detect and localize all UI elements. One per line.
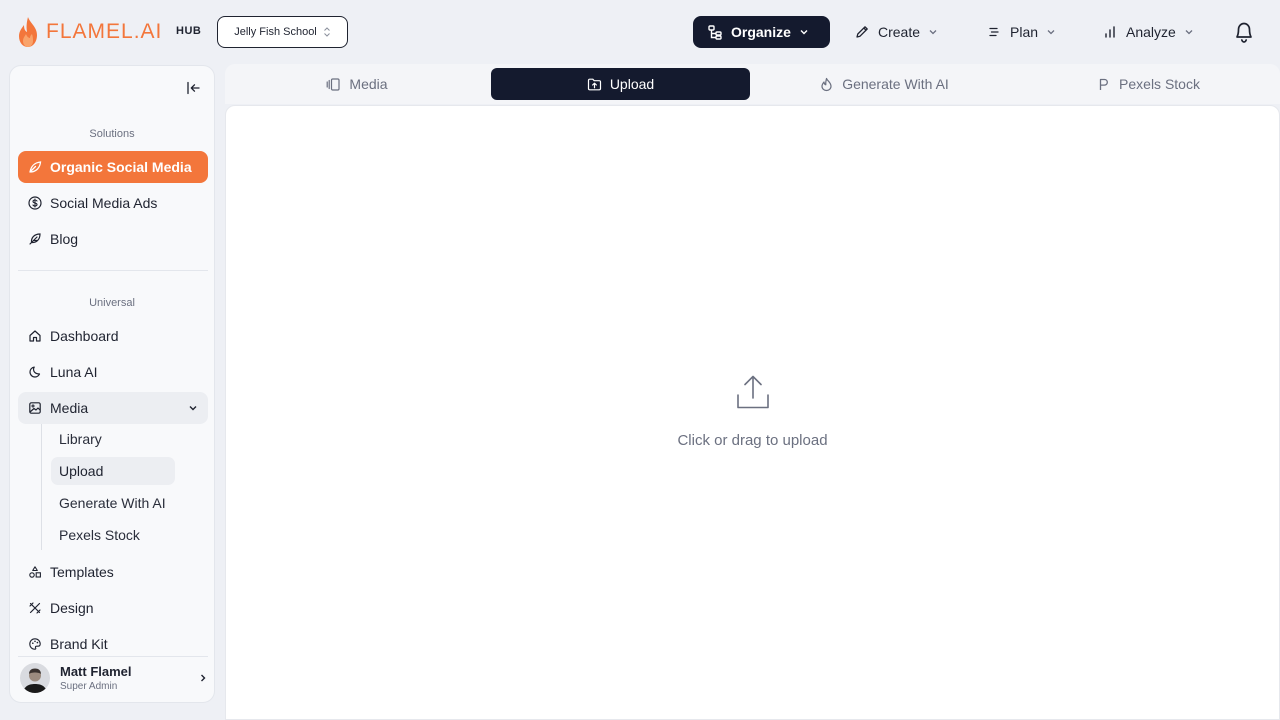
list-icon [989, 27, 999, 37]
feather-icon [29, 233, 41, 245]
sidebar-item-label: Blog [50, 231, 79, 247]
brand-logo[interactable]: FLAMEL.AI [16, 16, 162, 48]
nav-organize[interactable]: Organize [693, 16, 830, 48]
user-info: Matt Flamel Super Admin [60, 664, 132, 692]
brand-name: FLAMEL.AI [46, 20, 163, 43]
submenu-item-pexels-stock[interactable]: Pexels Stock [51, 521, 175, 549]
upload-folder-icon [587, 78, 601, 90]
tab-media[interactable]: Media [225, 68, 489, 100]
avatar [20, 662, 50, 693]
workspace-name: Jelly Fish School [234, 26, 317, 38]
flame-icon [821, 77, 832, 91]
tab-upload[interactable]: Upload [491, 68, 750, 100]
sidebar-item-label: Brand Kit [50, 636, 108, 652]
user-profile[interactable]: Matt Flamel Super Admin [18, 656, 208, 698]
sidebar-item-label: Organic Social Media [50, 159, 192, 175]
submenu-guide-line [41, 424, 42, 550]
nav-analyze[interactable]: Analyze [1088, 16, 1208, 48]
section-label-universal: Universal [89, 297, 135, 309]
tab-pexels-stock[interactable]: Pexels Stock [1018, 68, 1278, 100]
gallery-icon [327, 77, 341, 91]
home-icon [29, 330, 41, 342]
nav-create[interactable]: Create [840, 16, 952, 48]
sidebar-item-social-media-ads[interactable]: Social Media Ads [18, 187, 208, 219]
nav-create-label: Create [878, 24, 921, 40]
upload-icon [737, 375, 769, 409]
chevron-down-icon [800, 30, 808, 35]
sidebar-item-label: Social Media Ads [50, 195, 158, 211]
sidebar-item-label: Dashboard [50, 328, 119, 344]
nav-organize-label: Organize [731, 24, 791, 40]
media-tabs: Media Upload Generate With AI Pexels Sto… [225, 64, 1280, 104]
nav-plan[interactable]: Plan [972, 16, 1070, 48]
pencil-icon [856, 26, 868, 38]
leaf-icon [29, 161, 42, 173]
dollar-icon [28, 196, 42, 210]
pexels-icon [1099, 78, 1108, 90]
submenu-item-generate-with-ai[interactable]: Generate With AI [51, 489, 175, 517]
moon-icon [29, 366, 41, 378]
tab-generate-with-ai[interactable]: Generate With AI [752, 68, 1016, 100]
design-icon [29, 602, 41, 614]
nav-plan-label: Plan [1010, 24, 1039, 40]
sidebar-item-luna-ai[interactable]: Luna AI [18, 356, 208, 388]
upload-panel: Click or drag to upload [225, 105, 1280, 720]
sidebar: Solutions Organic Social Media Social Me… [9, 65, 215, 703]
image-icon [29, 402, 41, 414]
user-role: Super Admin [60, 680, 118, 692]
sidebar-item-design[interactable]: Design [18, 592, 208, 624]
chevron-right-icon [201, 674, 206, 682]
sidebar-item-media[interactable]: Media [18, 392, 208, 424]
collapse-sidebar-icon[interactable] [185, 80, 201, 96]
sidebar-item-dashboard[interactable]: Dashboard [18, 320, 208, 352]
top-bar: FLAMEL.AI HUB Jelly Fish School Organize… [0, 0, 1280, 64]
upload-prompt: Click or drag to upload [677, 432, 828, 449]
bar-chart-icon [1105, 26, 1115, 38]
nav-analyze-label: Analyze [1126, 24, 1176, 40]
flame-logo-icon [19, 17, 37, 47]
hub-label: HUB [176, 25, 202, 37]
chevron-up-down-icon [323, 27, 330, 37]
organize-icon [708, 25, 722, 40]
tab-label: Generate With AI [842, 76, 949, 92]
chevron-down-icon[interactable] [188, 403, 198, 413]
tab-label: Media [349, 76, 388, 92]
sidebar-item-organic-social-media[interactable]: Organic Social Media [18, 151, 208, 183]
sidebar-item-label: Design [50, 600, 94, 616]
chevron-down-icon [1185, 30, 1193, 35]
chevron-down-icon [929, 30, 937, 35]
palette-icon [29, 638, 41, 650]
tab-label: Upload [609, 76, 655, 92]
section-label-solutions: Solutions [89, 128, 135, 140]
bell-icon[interactable] [1232, 19, 1256, 45]
sidebar-divider [18, 270, 208, 271]
submenu-item-upload[interactable]: Upload [51, 457, 175, 485]
upload-dropzone[interactable]: Click or drag to upload [226, 106, 1279, 719]
shapes-icon [29, 566, 41, 578]
tab-label: Pexels Stock [1119, 76, 1200, 92]
sidebar-item-blog[interactable]: Blog [18, 223, 208, 255]
sidebar-item-label: Luna AI [50, 364, 98, 380]
chevron-down-icon [1047, 30, 1055, 35]
user-name: Matt Flamel [60, 663, 132, 679]
workspace-selector[interactable]: Jelly Fish School [217, 16, 348, 48]
sidebar-item-label: Templates [50, 564, 114, 580]
sidebar-item-label: Media [50, 400, 89, 416]
sidebar-item-templates[interactable]: Templates [18, 556, 208, 588]
submenu-item-library[interactable]: Library [51, 425, 175, 453]
